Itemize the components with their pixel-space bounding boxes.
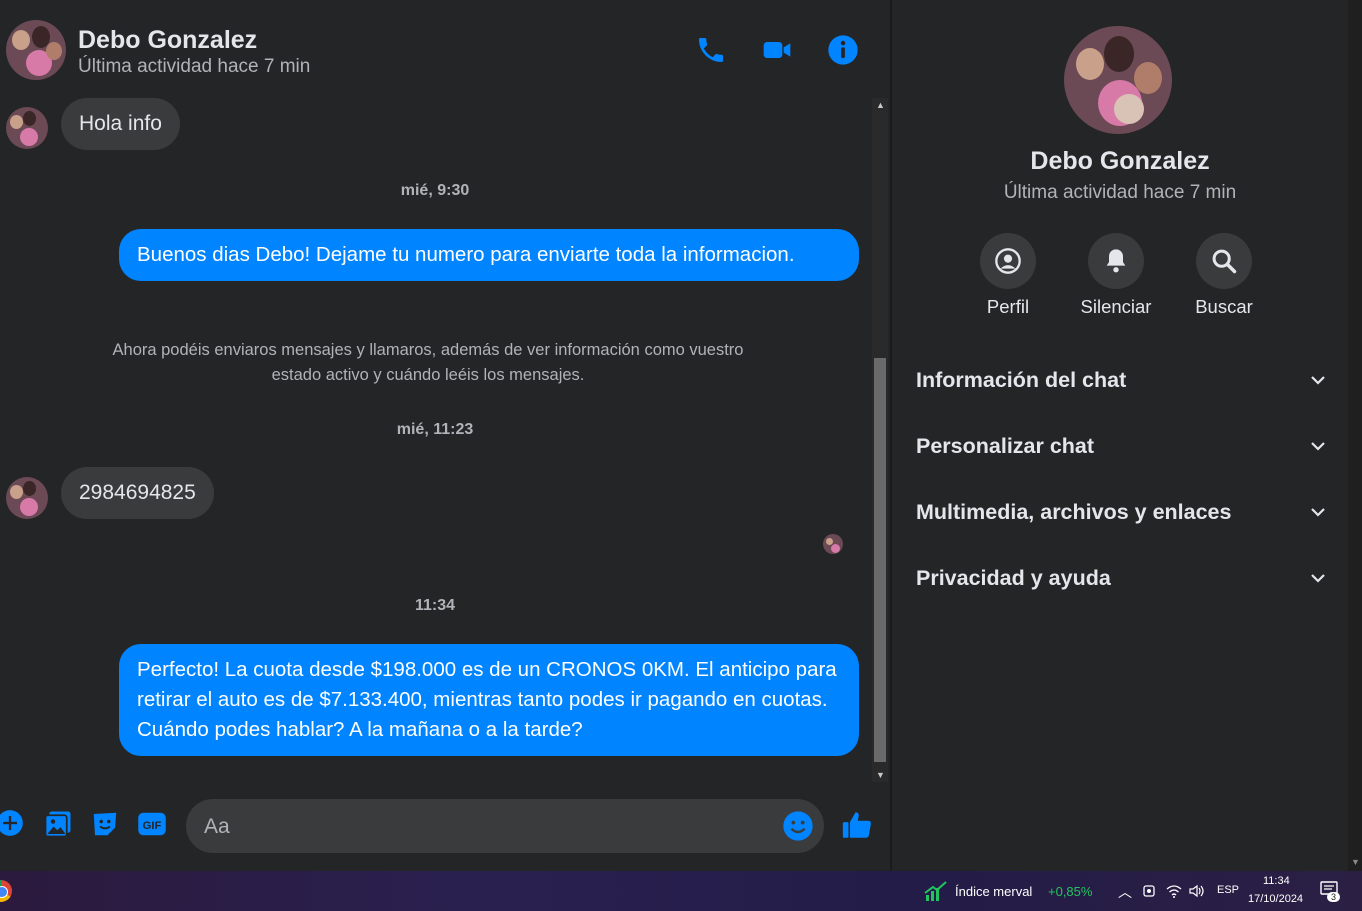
scroll-down-arrow[interactable]: ▼: [1351, 857, 1360, 867]
scroll-up-arrow[interactable]: ▲: [876, 100, 885, 110]
sticker-icon[interactable]: [90, 809, 120, 839]
message-timestamp: 11:34: [414, 597, 456, 614]
chevron-down-icon: [1311, 376, 1325, 385]
info-icon[interactable]: [827, 34, 859, 66]
mute-button-label: Silenciar: [1080, 296, 1152, 317]
profile-name: Debo Gonzalez: [1030, 147, 1210, 175]
video-icon[interactable]: [761, 34, 793, 66]
message-incoming[interactable]: Hola info: [61, 98, 180, 150]
section-label: Información del chat: [916, 368, 1127, 392]
chat-header: Debo Gonzalez Última actividad hace 7 mi…: [0, 0, 890, 96]
profile-button-label: Perfil: [986, 296, 1030, 317]
chevron-down-icon: [1311, 442, 1325, 451]
message-incoming[interactable]: 2984694825: [61, 467, 214, 519]
sender-avatar: [6, 477, 48, 519]
wifi-icon[interactable]: [1166, 883, 1182, 899]
profile-avatar[interactable]: [1064, 26, 1172, 134]
message-list[interactable]: Hola info mié, 9:30 Buenos dias Debo! De…: [0, 96, 870, 786]
sender-avatar: [6, 107, 48, 149]
search-icon: [1212, 249, 1237, 274]
contact-avatar[interactable]: [6, 20, 66, 80]
stock-chart-icon[interactable]: [924, 880, 948, 902]
chevron-down-icon: [1311, 574, 1325, 583]
contact-status: Última actividad hace 7 min: [78, 56, 311, 77]
emoji-icon[interactable]: [782, 810, 814, 842]
page-scrollbar[interactable]: ▼: [1348, 0, 1362, 871]
widget-label[interactable]: Índice merval: [955, 884, 1032, 899]
gif-icon[interactable]: GIF: [137, 809, 167, 839]
message-input[interactable]: Aa: [186, 799, 824, 853]
message-timestamp: mié, 9:30: [400, 182, 470, 199]
phone-icon[interactable]: [695, 34, 727, 66]
message-input-placeholder: Aa: [204, 815, 230, 838]
message-outgoing[interactable]: Buenos dias Debo! Dejame tu numero para …: [119, 229, 859, 281]
chrome-icon[interactable]: [0, 880, 12, 902]
notification-count-badge: 3: [1327, 892, 1341, 902]
like-icon[interactable]: [840, 808, 871, 838]
windows-taskbar: Índice merval +0,85% ︿ ESP 11:34 17/10/2…: [0, 871, 1362, 911]
section-label: Multimedia, archivos y enlaces: [916, 500, 1232, 524]
message-composer: GIF Aa: [0, 786, 890, 871]
section-privacy-help[interactable]: Privacidad y ayuda: [916, 558, 1326, 598]
volume-icon[interactable]: [1188, 883, 1206, 899]
section-chat-info[interactable]: Información del chat: [916, 360, 1326, 400]
widget-value: +0,85%: [1048, 884, 1093, 899]
read-receipt-avatar: [823, 534, 843, 554]
message-outgoing[interactable]: Perfecto! La cuota desde $198.000 es de …: [119, 644, 859, 756]
clock-date[interactable]: 17/10/2024: [1248, 893, 1303, 905]
chevron-down-icon: [1311, 508, 1325, 517]
clock-time[interactable]: 11:34: [1263, 875, 1290, 887]
system-notice: Ahora podéis enviaros mensajes y llamaro…: [112, 341, 744, 384]
chevron-up-icon[interactable]: ︿: [1118, 882, 1132, 902]
chat-scrollbar[interactable]: ▲ ▼: [872, 98, 888, 782]
scrollbar-thumb[interactable]: [874, 358, 886, 762]
profile-status: Última actividad hace 7 min: [1003, 182, 1237, 203]
section-customize-chat[interactable]: Personalizar chat: [916, 426, 1326, 466]
mute-button[interactable]: [1088, 233, 1144, 289]
contact-name[interactable]: Debo Gonzalez: [78, 26, 257, 55]
section-media-files-links[interactable]: Multimedia, archivos y enlaces: [916, 492, 1326, 532]
profile-button[interactable]: [980, 233, 1036, 289]
profile-icon: [995, 248, 1021, 274]
svg-text:GIF: GIF: [143, 820, 162, 832]
conversation-info-panel: Debo Gonzalez Última actividad hace 7 mi…: [892, 0, 1348, 871]
plus-icon[interactable]: [0, 809, 26, 839]
chat-panel: Debo Gonzalez Última actividad hace 7 mi…: [0, 0, 890, 871]
message-timestamp: mié, 11:23: [396, 421, 474, 438]
meet-icon[interactable]: [1142, 883, 1158, 899]
search-button[interactable]: [1196, 233, 1252, 289]
bell-icon: [1106, 249, 1126, 273]
section-label: Personalizar chat: [916, 434, 1095, 458]
section-label: Privacidad y ayuda: [916, 566, 1111, 590]
language-indicator[interactable]: ESP: [1217, 884, 1239, 896]
search-button-label: Buscar: [1195, 296, 1253, 317]
image-icon[interactable]: [43, 809, 73, 839]
scroll-down-arrow[interactable]: ▼: [876, 770, 885, 780]
